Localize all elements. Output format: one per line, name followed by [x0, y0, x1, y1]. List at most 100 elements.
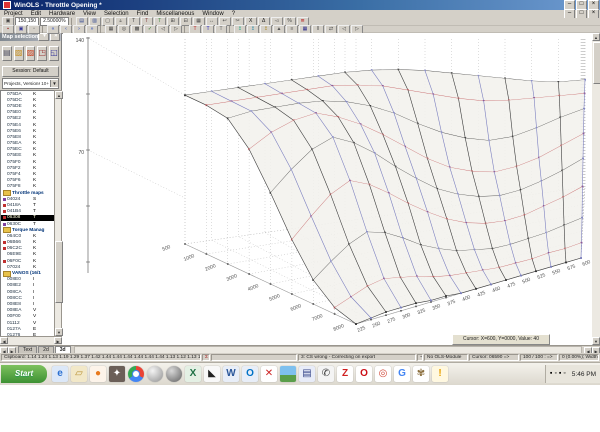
- map-list-hscrollbar[interactable]: ◀ ▶: [0, 336, 62, 345]
- toolbar-separator: [184, 25, 187, 33]
- taskbar-icon-word[interactable]: W: [223, 366, 239, 382]
- map-type: K: [33, 97, 37, 103]
- toolbar-separator: [229, 25, 232, 33]
- map-bullet-icon: [3, 203, 6, 207]
- scroll-right-icon[interactable]: ▶: [54, 337, 62, 344]
- nav-toolbar-button-2[interactable]: ▫: [28, 24, 40, 34]
- scroll-up-icon[interactable]: ▲: [55, 91, 63, 99]
- map-type: K: [33, 172, 37, 178]
- taskbar-icon-chrome[interactable]: [128, 366, 144, 382]
- taskbar-icon-paw[interactable]: ✾: [413, 366, 429, 382]
- map-bullet-icon: [3, 167, 6, 170]
- map-type: T: [33, 221, 36, 227]
- nav-toolbar-button-3[interactable]: «: [47, 24, 59, 34]
- taskbar-icon-wedge[interactable]: ◣: [204, 366, 220, 382]
- taskbar-icon-google[interactable]: G: [394, 366, 410, 382]
- nav-toolbar-button-0[interactable]: ▪: [2, 24, 14, 34]
- taskbar-icon-torch[interactable]: !: [432, 366, 448, 382]
- nav-toolbar: ▪ ▣ ▫ «‹ ›» ▦ ◎ ▩ ✓ ◁ ▷ T T T ↥ ↥ ↥ ▲ ≡ ▦ ‖ ⇄ ◁ ▷: [0, 24, 600, 34]
- chevron-down-icon[interactable]: ▼: [50, 80, 58, 87]
- taskbar-icon-gimp[interactable]: ✦: [109, 366, 125, 382]
- map-type: K: [33, 246, 37, 252]
- map-bullet-icon: [3, 297, 6, 300]
- plot-scrollbar[interactable]: ▲ ▼: [592, 33, 600, 345]
- map-address: 04024: [7, 196, 21, 202]
- taskbar-icon-ie[interactable]: e: [52, 366, 68, 382]
- new-map-icon[interactable]: ▤: [2, 45, 12, 61]
- taskbar-icon-folder[interactable]: ▱: [71, 366, 87, 382]
- taskbar: Start e ▱ ● ✦ X ◣ W O ✕ ▤ ✆ Z O ◎ G ✾! ▪ ◦ ▪ ◦ 5:46 PM: [0, 362, 600, 385]
- map-list: 075DA K 075DC K 075DE K 075E0 K 075E2 K 075E4 K 075E…: [0, 90, 54, 337]
- taskbar-icon-media-player[interactable]: ●: [90, 366, 106, 382]
- map-address: 075E4: [7, 122, 21, 128]
- taskbar-icon-ring[interactable]: ◎: [375, 366, 391, 382]
- taskbar-icon-photo[interactable]: [280, 366, 296, 382]
- taskbar-icon-orb[interactable]: [147, 366, 163, 382]
- import-map-icon[interactable]: ◳: [37, 45, 48, 61]
- start-button[interactable]: Start: [1, 365, 47, 383]
- plot-scroll-up-icon[interactable]: ▲: [592, 33, 600, 41]
- plot-scroll-thumb[interactable]: [593, 42, 600, 84]
- taskbar-icon-orb2[interactable]: [166, 366, 182, 382]
- map-type: K: [33, 103, 37, 109]
- map-address: 075F0: [7, 159, 21, 165]
- map-bullet-icon: [3, 142, 6, 145]
- scroll-left-icon[interactable]: ◀: [0, 337, 8, 344]
- map-list-scroll-thumb[interactable]: [55, 241, 63, 303]
- map-address: 075F2: [7, 165, 21, 171]
- map-selection-titlebar[interactable]: Map selection ▾ ×: [0, 33, 61, 41]
- taskbar-icon-phone[interactable]: ✆: [318, 366, 334, 382]
- map-type: S: [33, 196, 37, 202]
- map-type: K: [33, 141, 37, 147]
- map-bullet-icon: [3, 173, 6, 176]
- toolbar-separator: [42, 25, 45, 33]
- tray-icon-3[interactable]: ◦: [563, 366, 565, 382]
- open-project-icon[interactable]: ▨: [25, 45, 36, 61]
- map-address: 064C0: [7, 233, 22, 239]
- status-spacer: [211, 354, 297, 361]
- map-type: V: [33, 314, 37, 320]
- session-button[interactable]: Session: Default: [2, 66, 59, 77]
- delete-map-icon[interactable]: ◱: [49, 45, 59, 61]
- taskbar-icon-excel[interactable]: X: [185, 366, 201, 382]
- taskbar-icon-opera[interactable]: O: [356, 366, 372, 382]
- map-bullet-icon: [3, 303, 6, 306]
- taskbar-icon-zip[interactable]: Z: [337, 366, 353, 382]
- map-bullet-icon: [3, 247, 6, 251]
- svg-text:140: 140: [76, 38, 85, 44]
- nav-toolbar-button-1[interactable]: ▣: [15, 24, 27, 34]
- map-address: 075E8: [7, 134, 21, 140]
- map-type: K: [33, 258, 37, 264]
- map-bullet-icon: [3, 278, 6, 281]
- status-bar: Clipboard: 1.14 1.24 1.13 1.19 1.29 1.37…: [0, 353, 600, 362]
- map-address: 075EA: [7, 141, 22, 147]
- tray-icon-2[interactable]: ▪: [559, 366, 561, 382]
- map-bullet-icon: [3, 309, 6, 312]
- tray-icon-1[interactable]: ◦: [554, 366, 556, 382]
- map-address: 06B66: [7, 240, 21, 246]
- map-3d-view[interactable]: 8000 7000 6000 5000 4000 3000 2000 1000 500 225 25…: [63, 33, 600, 345]
- map-address: 06F0C: [7, 258, 22, 264]
- map-address: 075DC: [7, 97, 22, 103]
- taskbar-icon-close-red[interactable]: ✕: [261, 366, 277, 382]
- map-type: K: [33, 134, 37, 140]
- open-map-icon[interactable]: ▨: [13, 45, 24, 61]
- map-selection-title: Map selection: [2, 34, 39, 40]
- map-type: K: [33, 110, 37, 116]
- taskbar-icon-outlook[interactable]: O: [242, 366, 258, 382]
- map-bullet-icon: [3, 284, 6, 287]
- maps-combo[interactable]: Projects, Versions & Maps 10+ ▼: [2, 78, 59, 89]
- map-address: 0630C: [7, 221, 22, 227]
- scroll-down-icon[interactable]: ▼: [55, 328, 63, 336]
- map-type: K: [33, 116, 37, 122]
- sigma-icon[interactable]: Σ: [202, 354, 210, 361]
- plot-scroll-down-icon[interactable]: ▼: [592, 337, 600, 345]
- map-type: T: [33, 209, 36, 215]
- panel-pin-icon[interactable]: ▾: [38, 33, 49, 41]
- tray-icon-0[interactable]: ▪: [550, 366, 552, 382]
- map-list-scrollbar[interactable]: ▲ ▼: [54, 90, 63, 337]
- panel-close-icon[interactable]: ×: [49, 33, 60, 41]
- taskbar-icon-film[interactable]: ▤: [299, 366, 315, 382]
- map-type: V: [33, 308, 37, 314]
- folder-icon: [3, 227, 11, 234]
